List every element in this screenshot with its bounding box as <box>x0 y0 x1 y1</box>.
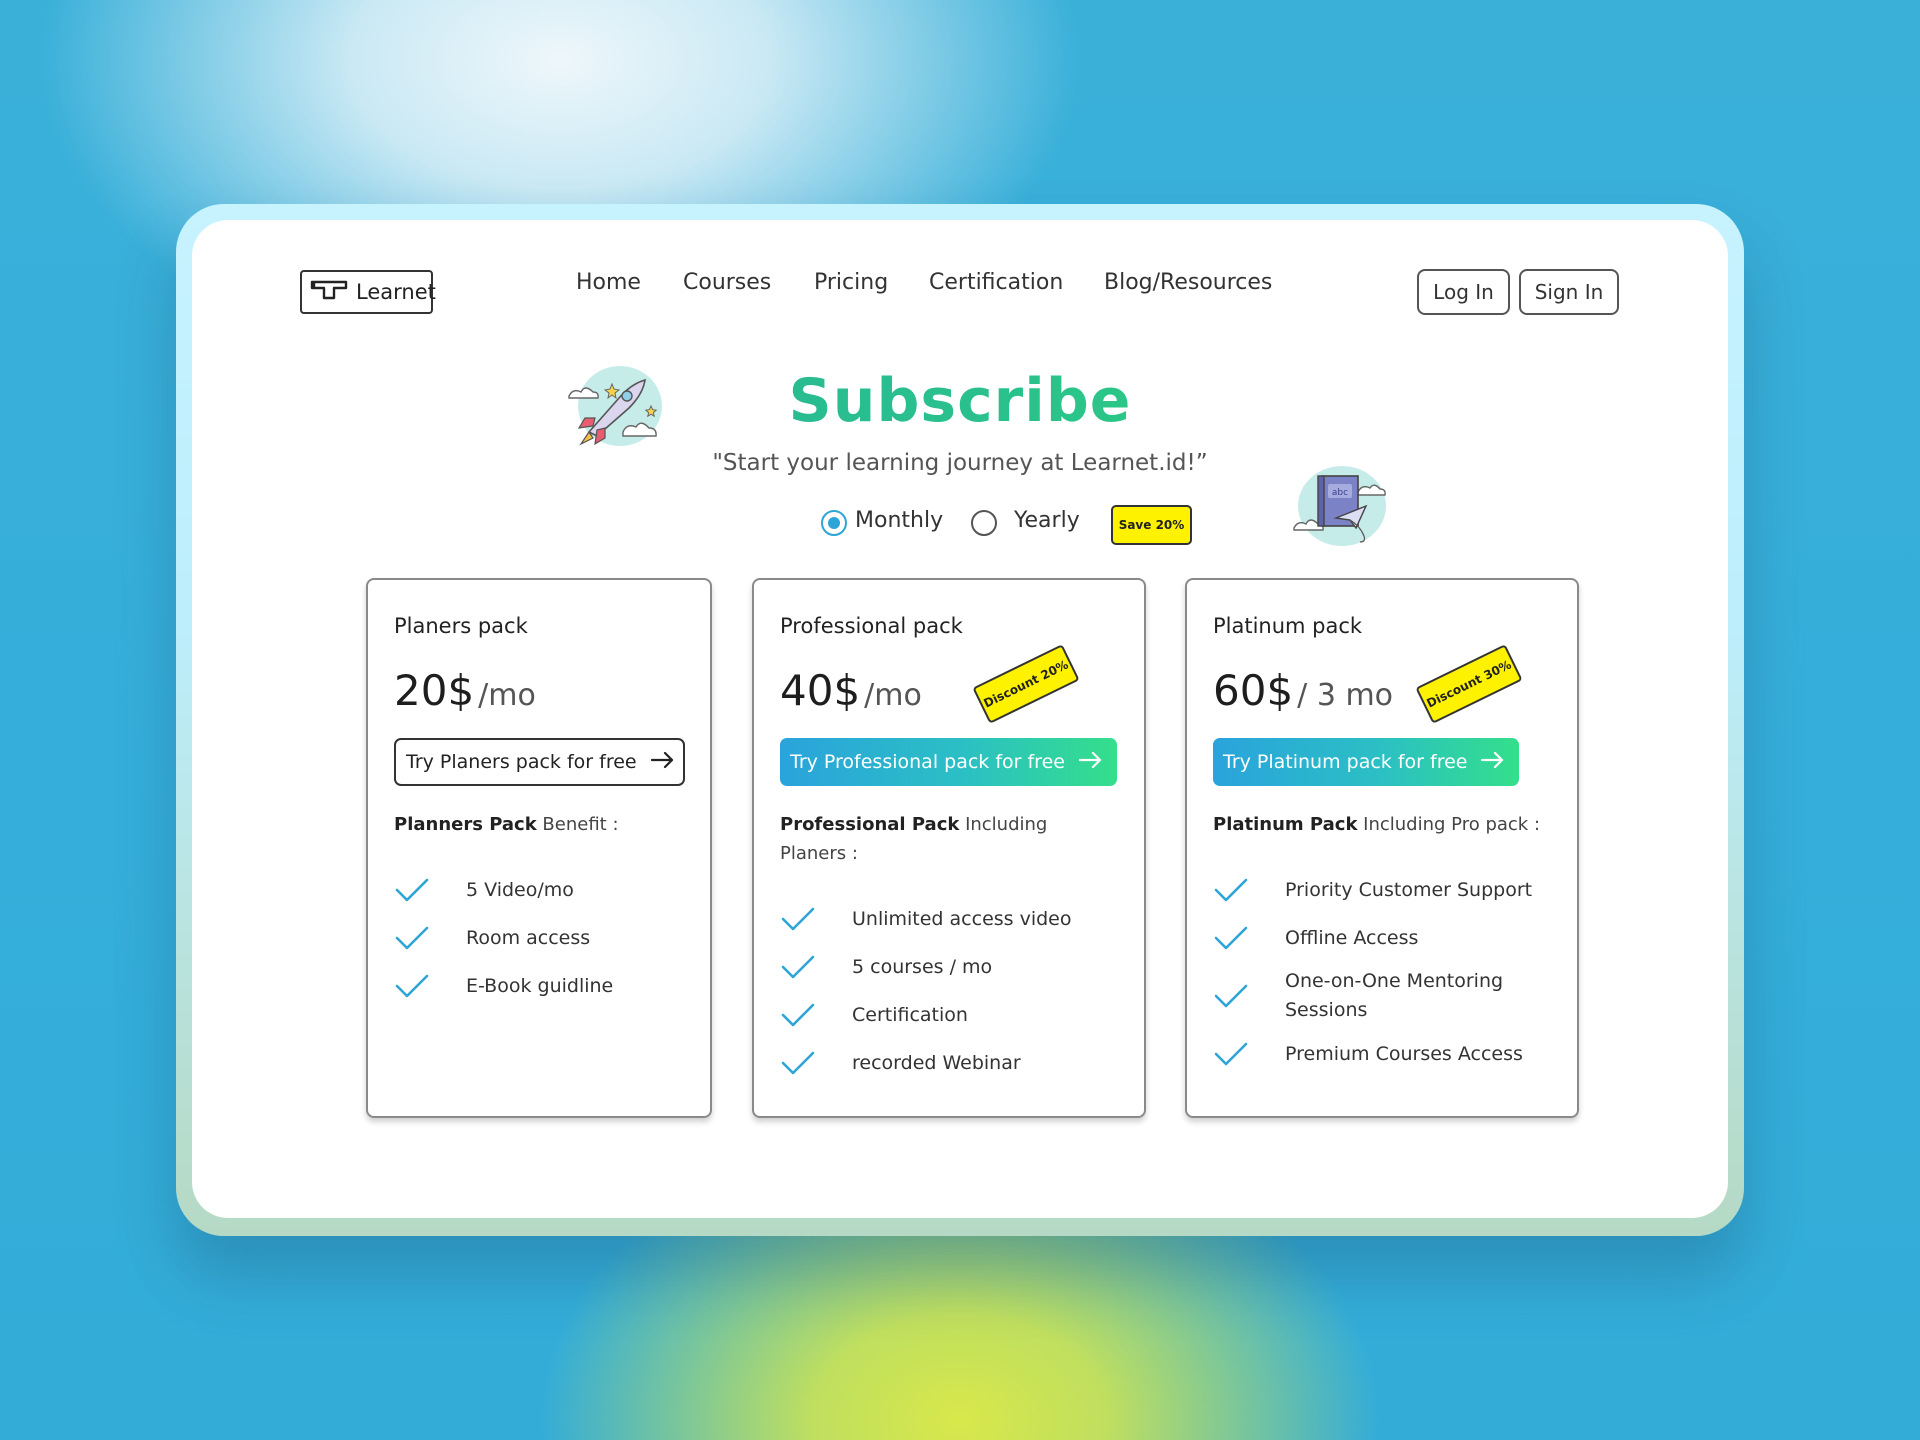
check-icon <box>780 1049 852 1077</box>
feature-item: Offline Access <box>1213 914 1535 962</box>
monthly-label[interactable]: Monthly <box>855 508 943 533</box>
feature-item: Premium Courses Access <box>1213 1030 1535 1078</box>
page-subtitle: "Start your learning journey at Learnet.… <box>712 450 1208 476</box>
plan-price: 60$/ 3 mo <box>1213 666 1394 715</box>
feature-item: 5 courses / mo <box>780 943 1072 991</box>
nav-courses[interactable]: Courses <box>683 270 771 295</box>
check-icon <box>1213 982 1285 1010</box>
check-icon <box>780 905 852 933</box>
plan-price: 40$/mo <box>780 666 922 715</box>
benefit-title: Platinum Pack Including Pro pack : <box>1213 814 1541 835</box>
signin-button[interactable]: Sign In <box>1519 269 1619 315</box>
nav-certification[interactable]: Certification <box>929 270 1063 295</box>
feature-item: Priority Customer Support <box>1213 866 1535 914</box>
nav-blog-resources[interactable]: Blog/Resources <box>1104 270 1272 295</box>
feature-item: Room access <box>394 914 613 962</box>
check-icon <box>1213 1040 1285 1068</box>
feature-item: Certification <box>780 991 1072 1039</box>
main-nav: Home Courses Pricing Certification Blog/… <box>0 270 1920 310</box>
login-button[interactable]: Log In <box>1417 269 1510 315</box>
try-platinum-button[interactable]: Try Platinum pack for free <box>1213 738 1519 786</box>
check-icon <box>780 1001 852 1029</box>
feature-item: recorded Webinar <box>780 1039 1072 1087</box>
benefit-title: Professional Pack Including Planers : <box>780 814 1048 864</box>
feature-item: One-on-One Mentoring Sessions <box>1213 962 1535 1030</box>
feature-list: Unlimited access video 5 courses / mo Ce… <box>780 895 1072 1087</box>
check-icon <box>394 972 466 1000</box>
feature-list: Priority Customer Support Offline Access… <box>1213 866 1535 1078</box>
plan-name: Professional pack <box>780 614 963 638</box>
feature-item: Unlimited access video <box>780 895 1072 943</box>
arrow-right-icon <box>1481 751 1505 774</box>
check-icon <box>780 953 852 981</box>
feature-list: 5 Video/mo Room access E-Book guidline <box>394 866 613 1010</box>
feature-item: E-Book guidline <box>394 962 613 1010</box>
feature-item: 5 Video/mo <box>394 866 613 914</box>
benefit-title: Planners Pack Benefit : <box>394 814 619 835</box>
save-badge: Save 20% <box>1111 505 1192 545</box>
check-icon <box>394 876 466 904</box>
check-icon <box>1213 924 1285 952</box>
try-professional-button[interactable]: Try Professional pack for free <box>780 738 1117 786</box>
plan-price: 20$/mo <box>394 666 536 715</box>
nav-home[interactable]: Home <box>576 270 641 295</box>
nav-pricing[interactable]: Pricing <box>814 270 888 295</box>
check-icon <box>1213 876 1285 904</box>
discount-badge: Discount 20% <box>972 644 1080 724</box>
svg-text:abc: abc <box>1332 488 1348 498</box>
plan-name: Platinum pack <box>1213 614 1363 638</box>
monthly-radio[interactable] <box>821 510 847 536</box>
page-title: Subscribe <box>0 366 1920 436</box>
yearly-label[interactable]: Yearly <box>1014 508 1080 533</box>
book-illustration: abc <box>1292 462 1392 556</box>
plan-card-planers: Planers pack 20$/mo Try Planers pack for… <box>366 578 712 1118</box>
plan-name: Planers pack <box>394 614 528 638</box>
plan-card-platinum: Platinum pack 60$/ 3 mo Discount 30% Try… <box>1185 578 1579 1118</box>
discount-badge: Discount 30% <box>1415 644 1523 724</box>
check-icon <box>394 924 466 952</box>
arrow-right-icon <box>1078 751 1103 774</box>
arrow-right-icon <box>650 751 675 774</box>
try-planers-button[interactable]: Try Planers pack for free <box>394 738 685 786</box>
plan-card-professional: Professional pack 40$/mo Discount 20% Tr… <box>752 578 1146 1118</box>
yearly-radio[interactable] <box>971 510 997 536</box>
